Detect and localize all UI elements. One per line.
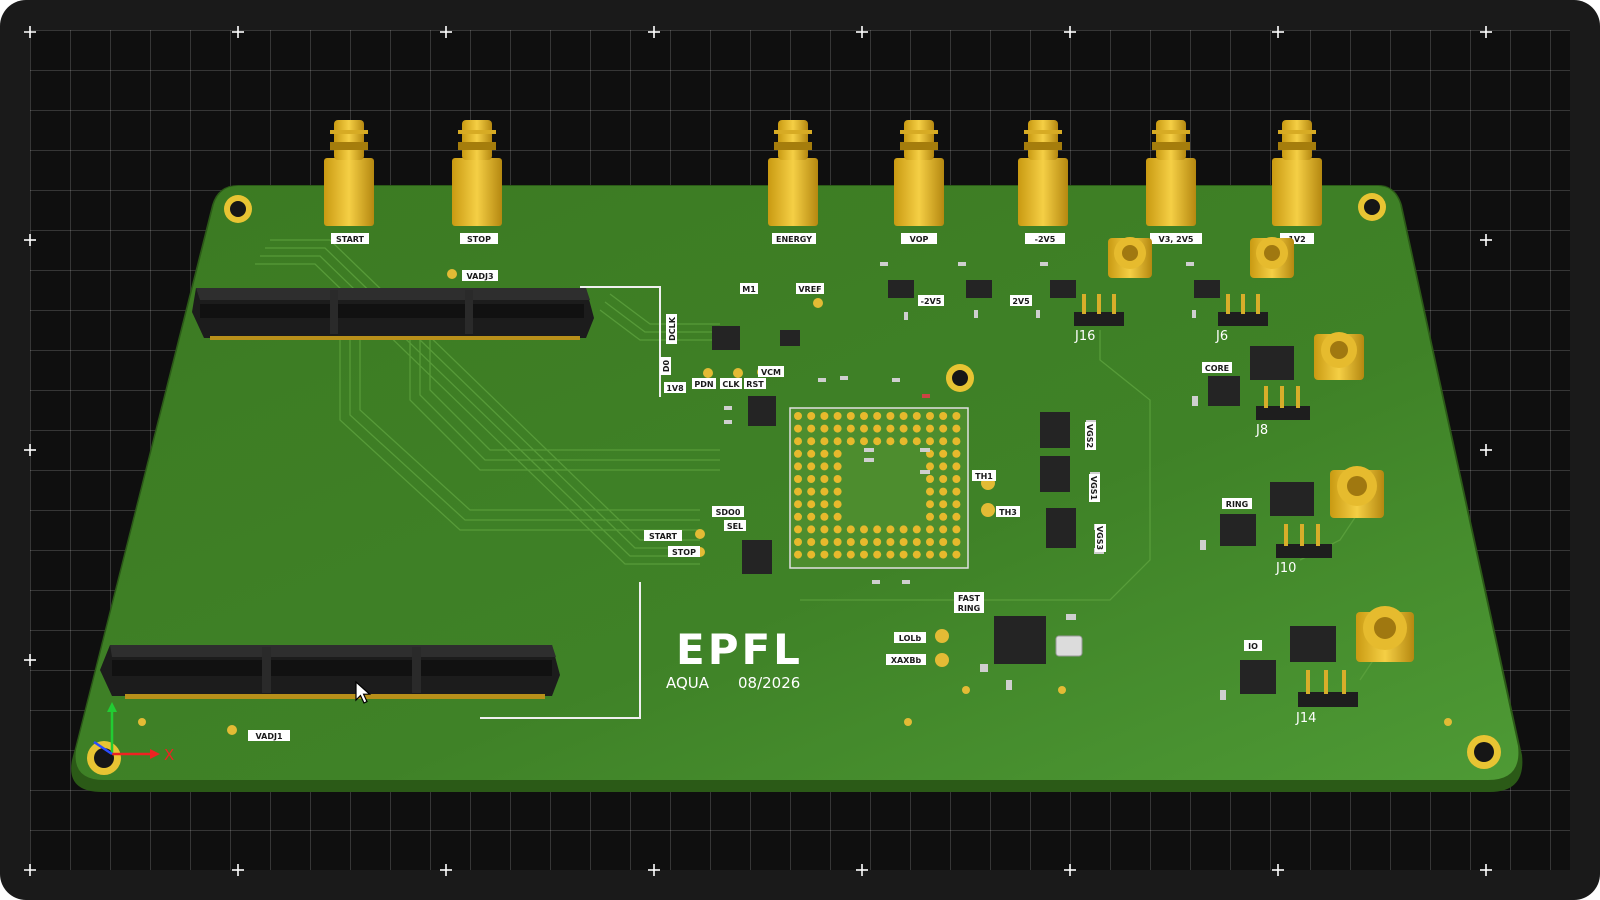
ic-q-vgs1 bbox=[1040, 456, 1070, 492]
ic-u10 bbox=[742, 540, 772, 574]
label-sel: SEL bbox=[727, 522, 743, 531]
sma-connector-vop bbox=[894, 120, 944, 226]
sma-connector-neg2v5 bbox=[1018, 120, 1068, 226]
sma-j14 bbox=[1356, 606, 1414, 662]
sma-connector-v3-2v5 bbox=[1146, 120, 1196, 226]
label-core: CORE bbox=[1205, 364, 1229, 373]
ic-vr2 bbox=[1270, 482, 1314, 516]
sma-connector-stop bbox=[452, 120, 502, 226]
sma-j10 bbox=[1330, 466, 1384, 518]
viewer-frame: START STOP ENERGY VOP -2V5 V3, 2V5 1V2 J… bbox=[0, 0, 1600, 900]
label-ring-fast: RING bbox=[958, 604, 980, 613]
label-energy: ENERGY bbox=[776, 235, 812, 244]
project-name: AQUA bbox=[666, 674, 710, 692]
label-j10: J10 bbox=[1275, 561, 1296, 576]
ic-vr3 bbox=[1290, 626, 1336, 662]
pcb-3d-viewport[interactable]: START STOP ENERGY VOP -2V5 V3, 2V5 1V2 J… bbox=[0, 0, 1600, 900]
mounting-hole-br bbox=[1467, 735, 1501, 769]
label-sdo0: SDO0 bbox=[716, 508, 741, 517]
x-axis-label: X bbox=[164, 746, 174, 764]
label-stop: STOP bbox=[467, 235, 491, 244]
epfl-logo: EPFL bbox=[676, 625, 803, 674]
label-j6: J6 bbox=[1215, 329, 1228, 344]
label-j8: J8 bbox=[1255, 423, 1268, 438]
label-th1: TH1 bbox=[975, 472, 993, 481]
label-th3: TH3 bbox=[999, 508, 1017, 517]
label-vgs2: VGS2 bbox=[1085, 424, 1094, 448]
mounting-hole-tl bbox=[224, 195, 252, 223]
label-fast: FAST bbox=[958, 594, 981, 603]
label-ring: RING bbox=[1226, 500, 1248, 509]
ic-q-vgs2 bbox=[1040, 412, 1070, 448]
label-v3-2v5: V3, 2V5 bbox=[1159, 235, 1194, 244]
label-m1: M1 bbox=[742, 285, 756, 294]
label-xaxbb: XAXBb bbox=[891, 656, 922, 665]
mounting-hole-tr bbox=[1358, 193, 1386, 221]
label-stop-tp: STOP bbox=[672, 548, 696, 557]
ic-u8 bbox=[1208, 376, 1240, 406]
label-1v8: 1V8 bbox=[666, 384, 684, 393]
label-pdn: PDN bbox=[694, 380, 713, 389]
sma-connector-1v2 bbox=[1272, 120, 1322, 226]
ic-u12 bbox=[1240, 660, 1276, 694]
ic-u1 bbox=[966, 280, 992, 298]
label-io: IO bbox=[1248, 642, 1258, 651]
label-vop: VOP bbox=[910, 235, 929, 244]
label-neg2v5: -2V5 bbox=[1035, 235, 1056, 244]
ic-u11 bbox=[1220, 514, 1256, 546]
label-lolb: LOLb bbox=[899, 634, 922, 643]
label-j16: J16 bbox=[1074, 329, 1095, 344]
label-rst: RST bbox=[746, 380, 764, 389]
ic-vr1 bbox=[1250, 346, 1294, 380]
label-dclk: DCLK bbox=[668, 316, 677, 341]
label-vgs1: VGS1 bbox=[1089, 476, 1098, 501]
ic-u13 bbox=[1050, 280, 1076, 298]
ic-q-vgs3 bbox=[1046, 508, 1076, 548]
ic-u3 bbox=[712, 326, 740, 350]
label-neg2v5-reg: -2V5 bbox=[921, 297, 942, 306]
ic-u9 bbox=[748, 396, 776, 426]
label-vadj1: VADJ1 bbox=[255, 732, 282, 741]
mounting-hole-bl bbox=[87, 741, 121, 775]
label-j14: J14 bbox=[1295, 711, 1316, 726]
ic-u15 bbox=[994, 616, 1046, 664]
sma-j16 bbox=[1108, 237, 1152, 278]
label-vgs3: VGS3 bbox=[1095, 526, 1104, 550]
sma-j8 bbox=[1314, 332, 1364, 380]
label-vref: VREF bbox=[798, 285, 821, 294]
ic-u5 bbox=[888, 280, 914, 298]
bga-package[interactable] bbox=[789, 407, 969, 569]
board-date: 08/2026 bbox=[738, 674, 800, 692]
mounting-hole-center bbox=[946, 364, 974, 392]
sma-j6 bbox=[1250, 237, 1294, 278]
ic-u4 bbox=[780, 330, 800, 346]
sma-connector-energy bbox=[768, 120, 818, 226]
label-2v5-reg: 2V5 bbox=[1012, 297, 1030, 306]
label-d0: D0 bbox=[662, 359, 671, 372]
crystal-oscillator bbox=[1055, 635, 1083, 657]
sma-connector-start bbox=[324, 120, 374, 226]
label-start: START bbox=[336, 235, 365, 244]
label-vcm: VCM bbox=[761, 368, 781, 377]
label-start-tp: START bbox=[649, 532, 678, 541]
label-vadj3: VADJ3 bbox=[466, 272, 493, 281]
label-clk: CLK bbox=[722, 380, 740, 389]
fmc-connector-bottom[interactable] bbox=[100, 645, 560, 699]
fmc-connector-top[interactable] bbox=[192, 288, 594, 340]
ic-u6 bbox=[1194, 280, 1220, 298]
